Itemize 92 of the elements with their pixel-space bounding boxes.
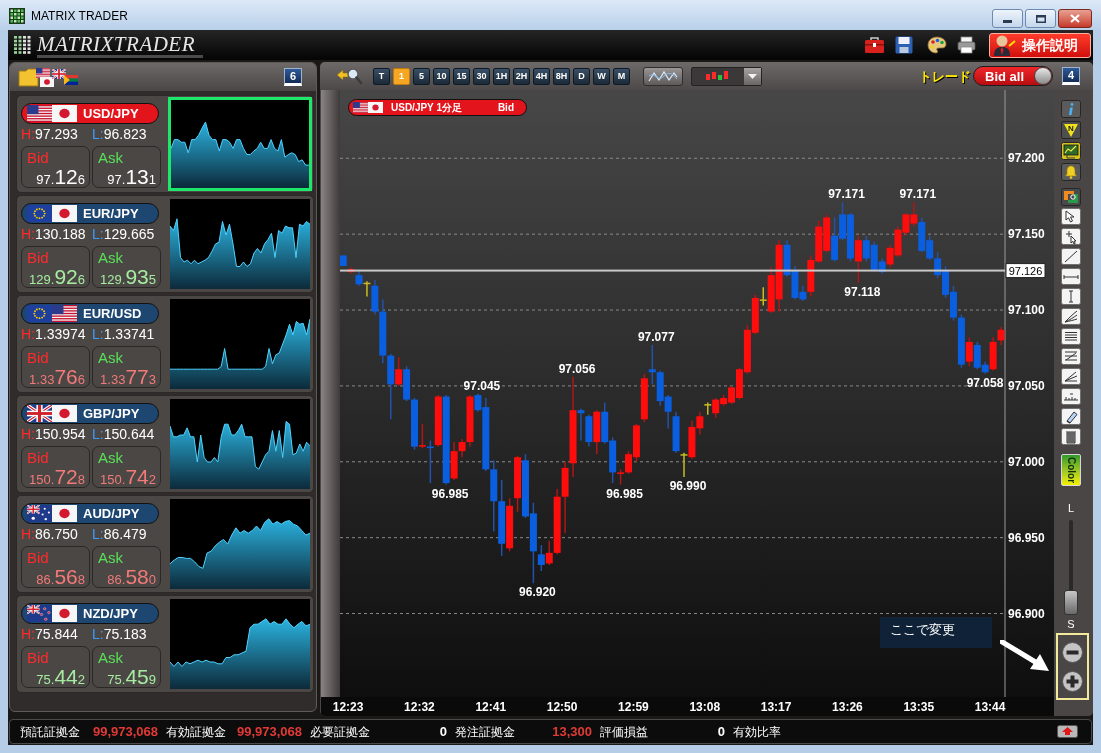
- bid-label: Bid: [27, 250, 49, 266]
- price-axis-label: 97.100: [1008, 303, 1045, 318]
- bid-label: Bid: [27, 450, 49, 466]
- price-annotation: 96.985: [431, 486, 469, 501]
- pair-name: USD/JPY: [83, 104, 139, 123]
- ask-price: 1.33773: [100, 366, 156, 390]
- price-axis-label: 97.050: [1008, 378, 1045, 393]
- price-annotation: 97.171: [899, 187, 937, 202]
- bid-price: 129.926: [29, 266, 85, 290]
- ask-label: Ask: [98, 250, 123, 266]
- price-annotation: 96.985: [606, 486, 643, 501]
- count-badge: 6: [284, 68, 302, 86]
- bid-price: 86.568: [36, 566, 85, 590]
- bid-label: Bid: [27, 350, 49, 366]
- price-annotation: 97.058: [966, 375, 1004, 390]
- chart-symbol-label: USD/JPY 1分足: [391, 102, 462, 113]
- pair-name: GBP/JPY: [83, 404, 140, 423]
- window-title: MATRIX TRADER: [31, 8, 128, 24]
- high-price: H:150.954: [21, 426, 87, 443]
- status-label: 評価損益: [600, 725, 648, 738]
- low-price: L:1.33741: [92, 326, 155, 343]
- low-price: L:75.183: [92, 626, 147, 643]
- high-price: H:97.293: [21, 126, 79, 143]
- bid-label: Bid: [27, 650, 49, 666]
- current-price-label: 97.126: [1005, 263, 1046, 279]
- slider-bottom-label: S: [1066, 618, 1076, 630]
- low-price: L:150.644: [92, 426, 155, 443]
- bid-price: 97.126: [36, 166, 85, 190]
- time-axis-label: 13:08: [689, 700, 721, 714]
- low-price: L:96.823: [92, 126, 147, 143]
- status-value: 13,300: [552, 725, 592, 738]
- price-annotation: 97.118: [844, 284, 881, 299]
- slider-top-label: L: [1066, 502, 1076, 514]
- price-annotation: 96.990: [669, 478, 707, 493]
- status-label: 必要証拠金: [310, 725, 370, 738]
- ask-price: 150.742: [100, 466, 156, 490]
- ask-label: Ask: [98, 550, 123, 566]
- price-annotation: 97.056: [558, 361, 596, 376]
- price-annotation: 96.920: [519, 585, 556, 600]
- low-price: L:86.479: [92, 526, 147, 543]
- ask-label: Ask: [98, 650, 123, 666]
- time-axis-label: 13:44: [974, 700, 1006, 714]
- ask-price: 75.459: [107, 666, 156, 690]
- price-annotation: 97.077: [637, 329, 675, 344]
- ask-price: 129.935: [100, 266, 156, 290]
- status-value: 99,973,068: [92, 725, 158, 738]
- callout-label: ここで変更: [880, 617, 992, 648]
- ask-label: Ask: [98, 450, 123, 466]
- bid-label: Bid: [27, 550, 49, 566]
- time-axis-label: 12:50: [546, 700, 578, 714]
- ask-label: Ask: [98, 350, 123, 366]
- pair-name: EUR/JPY: [83, 204, 139, 223]
- status-value: 0: [439, 725, 447, 738]
- high-price: H:1.33974: [21, 326, 87, 343]
- time-axis-label: 12:32: [404, 700, 435, 714]
- ask-price: 86.580: [107, 566, 156, 590]
- price-axis-label: 97.200: [1008, 151, 1045, 166]
- price-axis-label: 97.150: [1008, 227, 1045, 242]
- bid-price: 1.33766: [29, 366, 85, 390]
- price-axis-label: 96.900: [1008, 606, 1045, 621]
- time-axis-label: 12:59: [618, 700, 649, 714]
- status-value: 0: [717, 725, 725, 738]
- high-price: H:86.750: [21, 526, 79, 543]
- status-label: 有効比率: [733, 725, 781, 738]
- time-axis-label: 13:35: [903, 700, 935, 714]
- pair-name: AUD/JPY: [83, 504, 140, 523]
- status-label: 預託証拠金: [20, 725, 80, 738]
- count-badge: 4: [1062, 67, 1080, 85]
- high-price: H:75.844: [21, 626, 79, 643]
- logo-text: MATRIXTRADER: [37, 32, 204, 58]
- pair-name: EUR/USD: [83, 304, 142, 323]
- ask-price: 97.131: [107, 166, 156, 190]
- status-value: 99,973,068: [236, 725, 302, 738]
- trade-label: トレード: [919, 69, 971, 83]
- time-axis-label: 13:17: [760, 700, 792, 714]
- status-label: 発注証拠金: [455, 725, 515, 738]
- status-label: 有効証拠金: [166, 725, 226, 738]
- bid-price: 150.728: [29, 466, 85, 490]
- price-annotation: 97.045: [463, 378, 501, 393]
- time-axis-label: 12:41: [475, 700, 507, 714]
- low-price: L:129.665: [92, 226, 155, 243]
- price-annotation: 97.171: [828, 187, 865, 202]
- bid-price: 75.442: [36, 666, 85, 690]
- time-axis-label: 13:26: [832, 700, 863, 714]
- chart-side-label: Bid: [497, 102, 514, 113]
- time-axis-label: 12:23: [332, 700, 364, 714]
- price-axis-label: 97.000: [1008, 454, 1045, 469]
- high-price: H:130.188: [21, 226, 87, 243]
- bid-label: Bid: [27, 150, 49, 166]
- price-axis-label: 96.950: [1008, 530, 1045, 545]
- ask-label: Ask: [98, 150, 123, 166]
- pair-name: NZD/JPY: [83, 604, 138, 623]
